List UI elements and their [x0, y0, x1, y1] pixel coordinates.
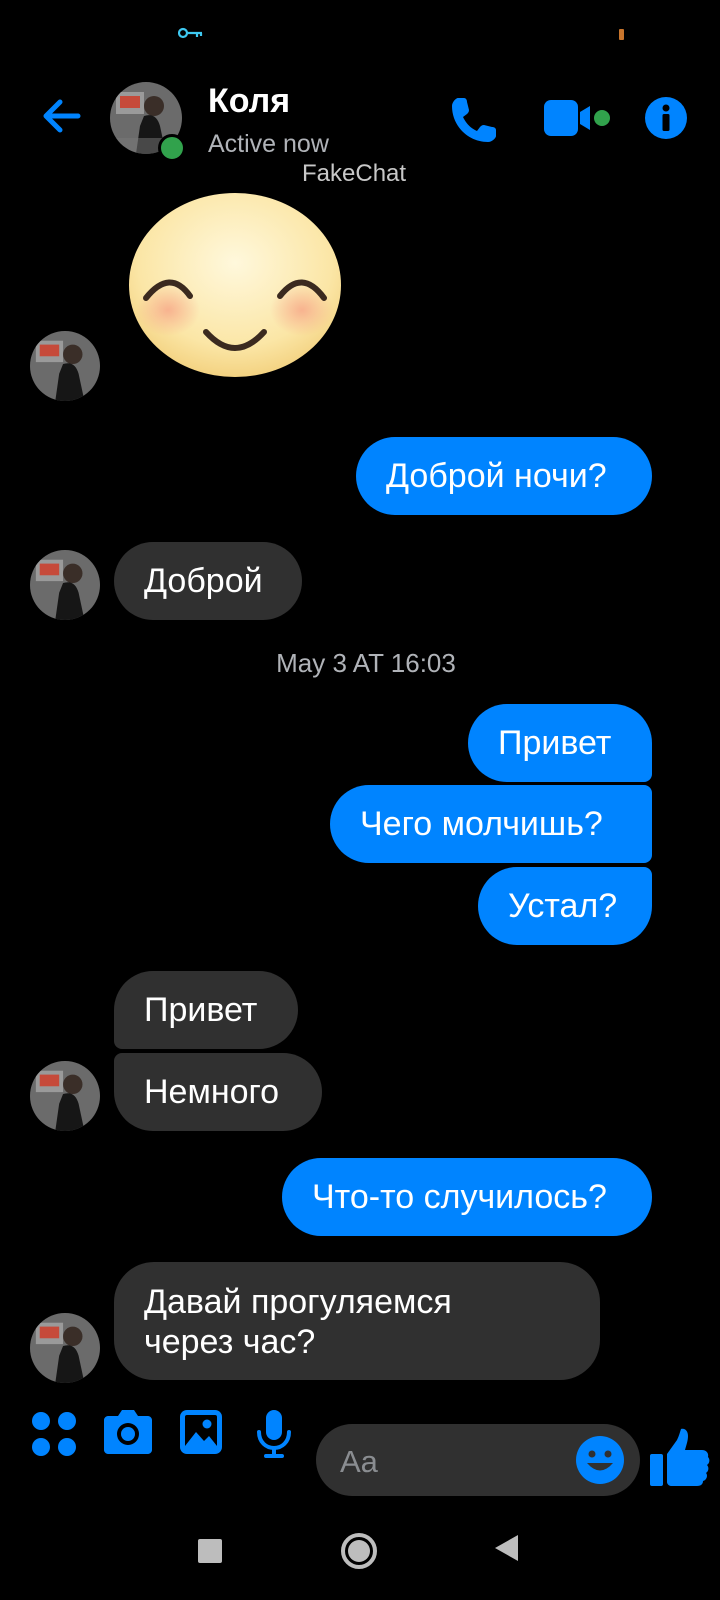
- outgoing-message[interactable]: Привет: [468, 704, 652, 782]
- message-line: через час?: [144, 1323, 316, 1361]
- gallery-icon[interactable]: [180, 1410, 222, 1454]
- incoming-message[interactable]: Привет: [114, 971, 298, 1049]
- message-line: Давай прогуляемся: [144, 1283, 452, 1321]
- outgoing-message[interactable]: Доброй ночи?: [356, 437, 652, 515]
- outgoing-message[interactable]: Что-то случилось?: [282, 1158, 652, 1236]
- info-icon[interactable]: [644, 96, 688, 140]
- contact-status: Active now: [208, 130, 329, 158]
- microphone-icon[interactable]: [256, 1410, 292, 1458]
- sender-avatar[interactable]: [30, 1313, 100, 1383]
- phone-call-icon[interactable]: [448, 92, 502, 146]
- incoming-message[interactable]: Давай прогуляемся через час?: [114, 1262, 600, 1380]
- back-arrow-icon[interactable]: [38, 92, 86, 140]
- battery-indicator: [619, 29, 624, 40]
- contact-name[interactable]: Коля: [208, 82, 290, 121]
- outgoing-message[interactable]: Чего молчишь?: [330, 785, 652, 863]
- nav-back-icon[interactable]: [492, 1533, 520, 1563]
- incoming-message[interactable]: Немного: [114, 1053, 322, 1131]
- sender-avatar[interactable]: [30, 1061, 100, 1131]
- vpn-key-icon: [178, 27, 203, 39]
- outgoing-message[interactable]: Устал?: [478, 867, 652, 945]
- emoji-icon[interactable]: [576, 1436, 624, 1484]
- home-button-icon[interactable]: [340, 1532, 378, 1570]
- message-timestamp: May 3 AT 16:03: [276, 648, 456, 678]
- recent-apps-button[interactable]: [198, 1539, 222, 1563]
- sender-avatar[interactable]: [30, 331, 100, 401]
- message-input-placeholder: Aa: [340, 1444, 378, 1479]
- chat-screen: Коля Active now FakeChat Доброй ночи? До…: [0, 0, 720, 1600]
- app-watermark: FakeChat: [302, 160, 407, 187]
- video-call-icon[interactable]: [544, 96, 616, 140]
- camera-icon[interactable]: [104, 1410, 152, 1454]
- thumbs-up-icon[interactable]: [650, 1428, 710, 1488]
- incoming-message[interactable]: Доброй: [114, 542, 302, 620]
- online-status-dot: [158, 134, 186, 162]
- smiling-face-sticker[interactable]: [126, 190, 344, 380]
- menu-grid-icon[interactable]: [30, 1410, 78, 1458]
- sender-avatar[interactable]: [30, 550, 100, 620]
